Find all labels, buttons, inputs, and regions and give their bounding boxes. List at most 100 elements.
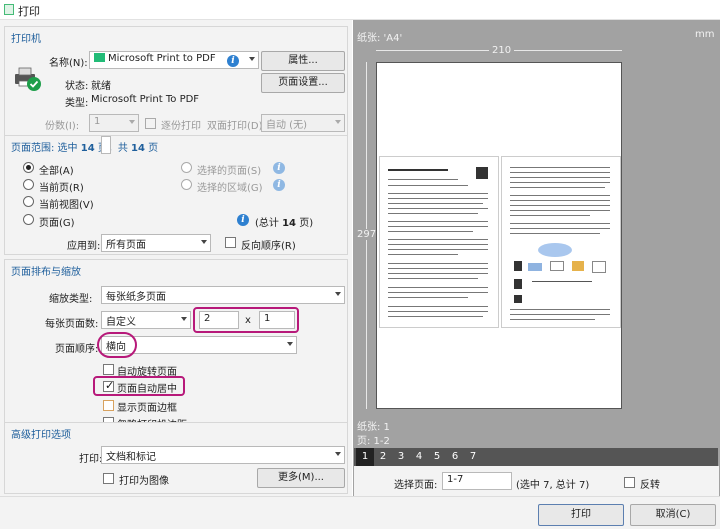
- printer-name-value: Microsoft Print to PDF: [108, 53, 216, 64]
- dialog-footer: 打印 取消(C): [0, 496, 720, 529]
- advanced-section: 高级打印选项 打印: 文档和标记 打印为图像 更多(M)...: [4, 422, 348, 494]
- apply-to-label: 应用到:: [67, 241, 101, 252]
- pages-per-sheet-select[interactable]: 自定义: [101, 311, 191, 329]
- pages-per-sheet-label: 每张页面数:: [45, 319, 99, 330]
- radio-current-page[interactable]: [23, 179, 34, 190]
- page-order-label: 页面顺序:: [55, 344, 99, 355]
- paper-size-label: 纸张: 'A4': [357, 33, 403, 44]
- radio-all[interactable]: [23, 162, 34, 173]
- settings-panel: 打印机 名称(N): Microsoft Print to PDF i 属性..…: [0, 20, 352, 496]
- chevron-down-icon: [287, 342, 293, 346]
- reverse-checkbox[interactable]: [624, 477, 635, 488]
- chevron-down-icon: [249, 57, 255, 61]
- select-pages-label: 选择页面:: [394, 480, 438, 491]
- select-pages-input[interactable]: 1-7: [442, 472, 512, 490]
- auto-rotate-checkbox[interactable]: [103, 364, 114, 375]
- copies-value: 1: [94, 116, 101, 127]
- duplex-label: 双面打印(D):: [207, 121, 266, 132]
- apply-to-select[interactable]: 所有页面: [101, 234, 211, 252]
- annotation-highlight: [97, 332, 137, 358]
- unit-label: mm: [695, 29, 715, 40]
- page-tab[interactable]: 4: [410, 448, 428, 466]
- copies-label: 份数(I):: [45, 121, 80, 132]
- pdf-printer-icon: [94, 53, 105, 62]
- page-tab[interactable]: 5: [428, 448, 446, 466]
- duplex-select[interactable]: 自动 (无): [261, 114, 345, 132]
- page-setup-button[interactable]: 页面设置...: [261, 73, 345, 93]
- radio-selected-pages-label: 选择的页面(S): [197, 166, 262, 177]
- printer-name-label: 名称(N):: [49, 58, 88, 69]
- radio-selected-area-label: 选择的区域(G): [197, 183, 263, 194]
- sheet-info: 纸张: 1: [357, 422, 390, 433]
- pages-per-sheet-value: 自定义: [106, 317, 136, 328]
- chevron-down-icon: [201, 240, 207, 244]
- print-content-select[interactable]: 文档和标记: [101, 446, 345, 464]
- radio-pages-label: 页面(G): [39, 218, 75, 229]
- type-value: Microsoft Print To PDF: [91, 94, 200, 105]
- print-content-label: 打印:: [79, 454, 103, 465]
- page-tab[interactable]: 3: [392, 448, 410, 466]
- page-range-section: 页面范围: 选中 14 页，共 14 页 全部(A) 选择的页面(S) i 当前…: [4, 135, 348, 255]
- window-title: 打印: [18, 5, 40, 18]
- duplex-value: 自动 (无): [266, 120, 307, 131]
- app-icon: [4, 4, 14, 15]
- reverse-order-checkbox[interactable]: [225, 237, 236, 248]
- page-tabs: 1 2 3 4 5 6 7: [354, 448, 718, 466]
- properties-button[interactable]: 属性...: [261, 51, 345, 71]
- scale-type-value: 每张纸多页面: [106, 292, 166, 303]
- pages-total: (总计 14 页): [255, 218, 314, 229]
- printer-header: 打印机: [11, 34, 41, 45]
- radio-current-view-label: 当前视图(V): [39, 200, 94, 211]
- print-content-value: 文档和标记: [106, 452, 156, 463]
- radio-selected-area[interactable]: [181, 179, 192, 190]
- annotation-highlight: [93, 376, 185, 396]
- paper-width: 210: [489, 45, 515, 56]
- status-label: 状态:: [65, 81, 89, 92]
- chevron-down-icon: [181, 317, 187, 321]
- radio-current-view[interactable]: [23, 196, 34, 207]
- paper-height: 297: [357, 229, 377, 240]
- info-icon[interactable]: i: [237, 214, 249, 226]
- reverse-label: 反转: [640, 480, 660, 491]
- status-value: 就绪: [91, 81, 111, 92]
- reverse-order-label: 反向顺序(R): [241, 241, 296, 252]
- page-range-header: 页面范围: 选中 14 页，共 14 页: [11, 143, 159, 154]
- page-tab[interactable]: 6: [446, 448, 464, 466]
- layout-section: 页面排布与缩放 缩放类型: 每张纸多页面 每张页面数: 自定义 2 x 1 页面…: [4, 259, 348, 441]
- print-as-image-label: 打印为图像: [119, 476, 169, 487]
- collate-label: 逐份打印: [161, 121, 201, 132]
- select-pages-info: (选中 7, 总计 7): [516, 480, 590, 491]
- scale-type-select[interactable]: 每张纸多页面: [101, 286, 345, 304]
- preview-panel: 纸张: 'A4' mm 210 297 纸张: 1 页: 1-2 1 2 3 4…: [353, 20, 720, 496]
- info-icon[interactable]: i: [273, 162, 285, 174]
- cancel-button[interactable]: 取消(C): [630, 504, 716, 526]
- more-button[interactable]: 更多(M)...: [257, 468, 345, 488]
- radio-pages[interactable]: [23, 214, 34, 225]
- info-icon[interactable]: i: [273, 179, 285, 191]
- title-bar: 打印: [0, 0, 720, 20]
- select-pages-value: 1-7: [447, 474, 464, 485]
- qr-code: [476, 167, 488, 179]
- print-button[interactable]: 打印: [538, 504, 624, 526]
- chevron-down-icon: [335, 120, 341, 124]
- info-icon[interactable]: i: [227, 55, 239, 67]
- scale-type-label: 缩放类型:: [49, 294, 93, 305]
- printer-icon: [13, 65, 43, 93]
- preview-page-1: [379, 156, 499, 328]
- print-as-image-checkbox[interactable]: [103, 473, 114, 484]
- spinner-icon: [129, 120, 135, 124]
- page-tab[interactable]: 7: [464, 448, 482, 466]
- page-select-bar: 选择页面: 1-7 (选中 7, 总计 7) 反转: [354, 466, 719, 496]
- preview-page-2: [501, 156, 621, 328]
- copies-input[interactable]: 1: [89, 114, 139, 132]
- show-border-checkbox[interactable]: [103, 400, 114, 411]
- layout-header: 页面排布与缩放: [11, 267, 81, 278]
- page-tab[interactable]: 2: [374, 448, 392, 466]
- collate-checkbox[interactable]: [145, 118, 156, 129]
- radio-current-page-label: 当前页(R): [39, 183, 84, 194]
- pages-input[interactable]: [101, 136, 111, 154]
- annotation-highlight: [193, 307, 299, 333]
- radio-selected-pages[interactable]: [181, 162, 192, 173]
- advanced-header: 高级打印选项: [11, 430, 71, 441]
- page-tab[interactable]: 1: [356, 448, 374, 466]
